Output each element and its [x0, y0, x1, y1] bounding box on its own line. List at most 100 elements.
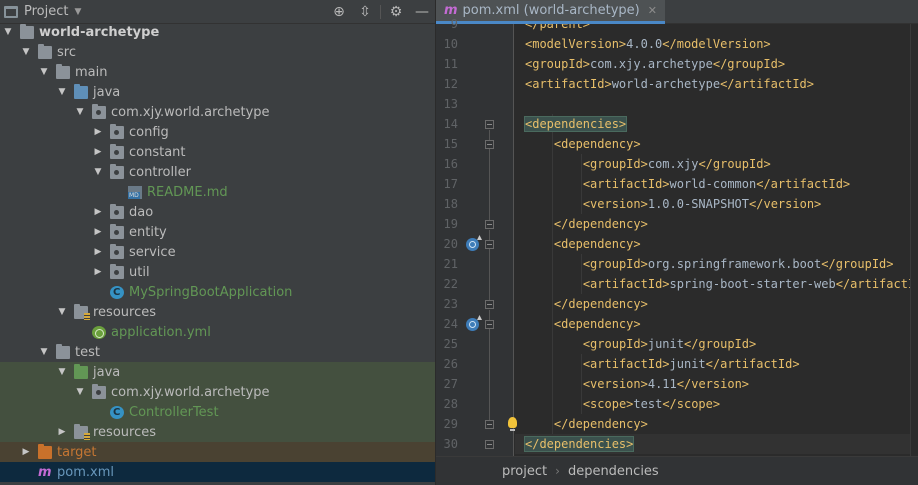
fold-marker-icon[interactable] [485, 320, 494, 329]
line-number: 27 [443, 377, 458, 391]
code-line[interactable]: <dependency> [515, 234, 641, 254]
error-stripe[interactable] [910, 24, 918, 456]
tree-item-label: target [57, 444, 97, 460]
code-line[interactable]: <dependency> [515, 134, 641, 154]
panel-title: Project [24, 4, 69, 19]
fold-marker-icon[interactable] [485, 300, 494, 309]
tree-item[interactable]: ▼ com.xjy.world.archetype [0, 102, 435, 122]
expand-down-icon[interactable]: ▼ [20, 47, 32, 57]
expand-right-icon[interactable]: ▶ [92, 247, 104, 257]
code-line[interactable]: </dependencies> [515, 434, 918, 454]
code-line[interactable]: </dependency> [515, 214, 648, 234]
tree-item[interactable]: ▼ main [0, 62, 435, 82]
code-line[interactable] [515, 94, 525, 114]
tree-item[interactable]: ▶ dao [0, 202, 435, 222]
navigate-dependency-icon[interactable] [466, 238, 479, 251]
code-line[interactable]: <artifactId>junit</artifactId> [515, 354, 800, 374]
code-area[interactable]: </parent> <modelVersion>4.0.0</modelVersi… [515, 24, 918, 456]
tree-item[interactable]: ▶MySpringBootApplication [0, 282, 435, 302]
tree-item-label: MySpringBootApplication [129, 284, 293, 300]
tree-item[interactable]: ▼ java [0, 362, 435, 382]
tab-pom-xml[interactable]: m pom.xml (world-archetype) ✕ [436, 0, 665, 24]
navigate-dependency-icon[interactable] [466, 318, 479, 331]
expand-right-icon[interactable]: ▶ [92, 267, 104, 277]
expand-right-icon[interactable]: ▶ [92, 147, 104, 157]
tree-item[interactable]: ▼ src [0, 42, 435, 62]
tree-item[interactable]: ▶ config [0, 122, 435, 142]
code-line[interactable]: <groupId>junit</groupId> [515, 334, 756, 354]
code-line[interactable]: </dependency> [515, 294, 648, 314]
code-line[interactable]: <artifactId>world-common</artifactId> [515, 174, 850, 194]
line-number: 9 [450, 17, 458, 31]
code-line[interactable]: <scope>test</scope> [515, 394, 720, 414]
breadcrumb-item[interactable]: project [502, 464, 547, 479]
code-line[interactable]: <artifactId>spring-boot-starter-web</art… [515, 274, 918, 294]
fold-marker-icon[interactable] [485, 420, 494, 429]
expand-down-icon[interactable]: ▼ [92, 167, 104, 177]
gear-icon[interactable]: ⚙ [383, 0, 409, 24]
tree-item[interactable]: ▶application.yml [0, 322, 435, 342]
code-line[interactable]: <dependency> [515, 314, 641, 334]
xml-tag: </groupId> [712, 57, 786, 71]
expand-right-icon[interactable]: ▶ [92, 227, 104, 237]
spring-class-icon [110, 285, 124, 299]
project-view-selector[interactable]: Project ▼ [0, 4, 81, 19]
tree-item[interactable]: ▼ test [0, 342, 435, 362]
expand-right-icon[interactable]: ▶ [20, 447, 32, 457]
code-line[interactable]: <modelVersion>4.0.0</modelVersion> [515, 34, 771, 54]
code-line[interactable]: <groupId>com.xjy</groupId> [515, 154, 771, 174]
collapse-icon[interactable]: ⇳ [352, 0, 378, 24]
tree-item[interactable]: ▼ controller [0, 162, 435, 182]
expand-right-icon[interactable]: ▶ [92, 207, 104, 217]
fold-marker-icon[interactable] [485, 440, 494, 449]
breadcrumb-separator-icon: › [555, 464, 560, 478]
fold-marker-icon[interactable] [485, 220, 494, 229]
code-line[interactable]: </parent> [515, 24, 590, 34]
xml-tag: </artifactId> [835, 277, 918, 291]
expand-down-icon[interactable]: ▼ [74, 107, 86, 117]
breadcrumb-item[interactable]: dependencies [568, 464, 659, 479]
tree-item[interactable]: ▼ com.xjy.world.archetype [0, 382, 435, 402]
fold-marker-icon[interactable] [485, 120, 494, 129]
tree-item[interactable]: ▼ java [0, 82, 435, 102]
hide-icon[interactable]: — [409, 0, 435, 24]
expand-down-icon[interactable]: ▼ [74, 387, 86, 397]
tree-item[interactable]: ▶mpom.xml [0, 462, 435, 482]
code-line[interactable]: <artifactId>world-archetype</artifactId> [515, 74, 814, 94]
code-line[interactable]: <dependencies> [515, 114, 628, 134]
class-icon [110, 405, 124, 419]
tree-item[interactable]: ▶README.md [0, 182, 435, 202]
expand-down-icon[interactable]: ▼ [56, 307, 68, 317]
fold-marker-icon[interactable] [485, 140, 494, 149]
expand-down-icon[interactable]: ▼ [38, 67, 50, 77]
tree-item[interactable]: ▶ entity [0, 222, 435, 242]
locate-icon[interactable]: ⊕ [326, 0, 352, 24]
code-line[interactable]: </dependency> [515, 414, 648, 434]
code-line[interactable]: <groupId>com.xjy.archetype</groupId> [515, 54, 785, 74]
tree-item[interactable]: ▼ world-archetype [0, 22, 435, 42]
tree-item[interactable]: ▶ service [0, 242, 435, 262]
code-line[interactable]: <version>1.0.0-SNAPSHOT</version> [515, 194, 821, 214]
code-line[interactable]: <groupId>org.springframework.boot</group… [515, 254, 894, 274]
xml-tag: <artifactId> [582, 357, 670, 371]
tree-item[interactable]: ▶ControllerTest [0, 402, 435, 422]
tree-item-label: test [75, 344, 100, 360]
expand-down-icon[interactable]: ▼ [56, 367, 68, 377]
tree-item[interactable]: ▶ target [0, 442, 435, 462]
fold-marker-icon[interactable] [485, 240, 494, 249]
tree-item[interactable]: ▶ util [0, 262, 435, 282]
expand-right-icon[interactable]: ▶ [56, 427, 68, 437]
expand-down-icon[interactable]: ▼ [38, 347, 50, 357]
tree-item[interactable]: ▶ constant [0, 142, 435, 162]
resources-folder-icon [74, 423, 90, 440]
editor-gutter[interactable]: 9 10 11 12 13 14 15 16 17 18 19 20 21 22 23 24 25 26 27 28 2… [436, 17, 517, 456]
line-number: 11 [443, 57, 458, 71]
expand-down-icon[interactable]: ▼ [56, 87, 68, 97]
expand-right-icon[interactable]: ▶ [92, 127, 104, 137]
code-line[interactable]: <version>4.11</version> [515, 374, 749, 394]
tree-item[interactable]: ▶ resources [0, 422, 435, 442]
tree-item[interactable]: ▼ resources [0, 302, 435, 322]
expand-down-icon[interactable]: ▼ [2, 27, 14, 37]
tree-item-label: com.xjy.world.archetype [111, 104, 270, 120]
close-icon[interactable]: ✕ [648, 4, 657, 17]
